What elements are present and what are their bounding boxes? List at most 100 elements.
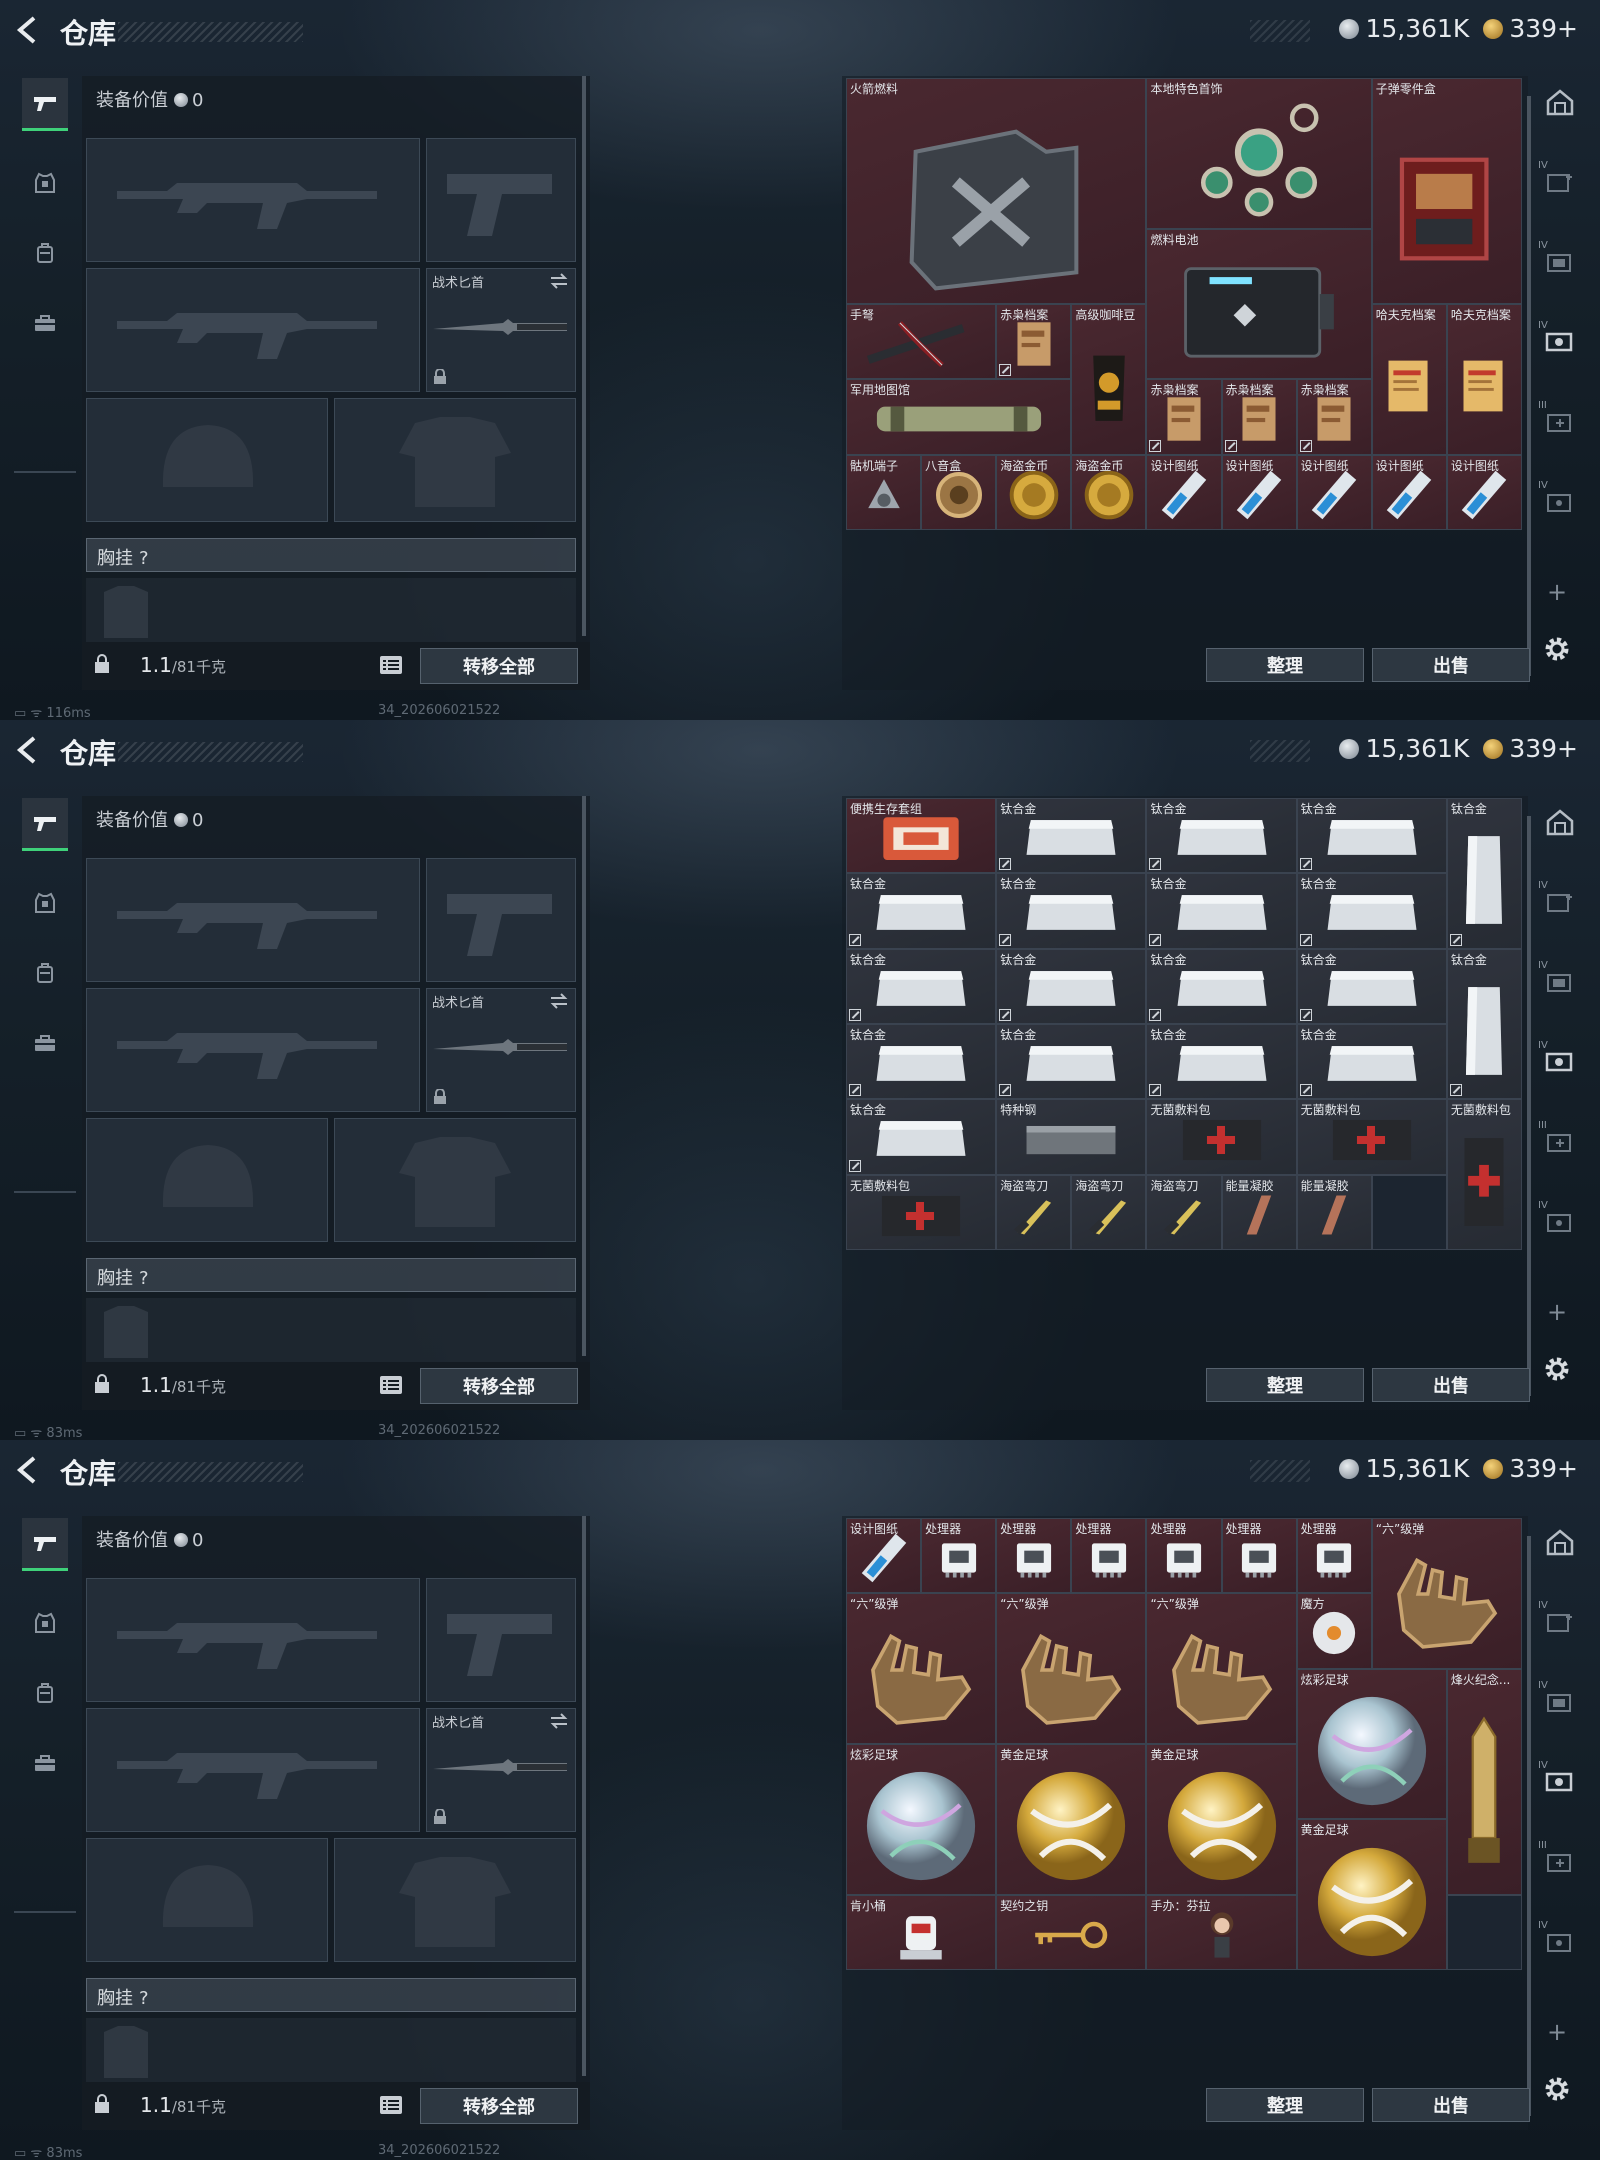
- stash-item[interactable]: 钛合金: [846, 873, 997, 949]
- container-tab-iv-4[interactable]: IV: [1538, 480, 1582, 524]
- stash-item[interactable]: 设计图纸: [1146, 454, 1222, 530]
- tab-backpack[interactable]: [22, 228, 68, 278]
- stash-item[interactable]: 烽火纪念...: [1446, 1668, 1522, 1895]
- tab-case[interactable]: [22, 1738, 68, 1788]
- stash-item[interactable]: 能量凝胶: [1296, 1174, 1372, 1250]
- stash-item[interactable]: 赤枭档案: [996, 304, 1072, 380]
- transfer-all-button[interactable]: 转移全部: [420, 2088, 578, 2124]
- stash-item[interactable]: 钛合金: [846, 1099, 997, 1175]
- stash-item[interactable]: 骷机端子: [846, 454, 922, 530]
- sell-button[interactable]: 出售: [1372, 2088, 1530, 2122]
- back-arrow-icon[interactable]: [14, 1455, 44, 1485]
- stash-item[interactable]: 钛合金: [996, 948, 1147, 1024]
- stash-item[interactable]: 钛合金: [846, 1024, 997, 1100]
- stash-item[interactable]: 钛合金: [996, 873, 1147, 949]
- stash-item[interactable]: 钛合金: [1146, 873, 1297, 949]
- pistol-slot[interactable]: [426, 138, 576, 262]
- stash-item[interactable]: 手弩: [846, 304, 997, 380]
- tab-armor[interactable]: [22, 158, 68, 208]
- list-icon[interactable]: [380, 2096, 402, 2114]
- body-armor-slot[interactable]: [334, 398, 576, 522]
- stash-item[interactable]: 炫彩足球: [846, 1744, 997, 1895]
- settings-gear-icon[interactable]: [1540, 632, 1574, 666]
- stash-item[interactable]: 钛合金: [1146, 1024, 1297, 1100]
- stash-item[interactable]: 哈夫克档案: [1446, 304, 1522, 455]
- stash-item[interactable]: 黄金足球: [996, 1744, 1147, 1895]
- stash-item[interactable]: “六”级弹: [1371, 1518, 1522, 1669]
- pistol-slot[interactable]: [426, 1578, 576, 1702]
- equipment-scrollbar[interactable]: [582, 1516, 586, 2076]
- stash-item[interactable]: 处理器: [1146, 1518, 1222, 1594]
- currency-display[interactable]: 15,361K 339+: [1325, 14, 1578, 43]
- primary-weapon-slot[interactable]: [86, 138, 420, 262]
- container-tab-iv-1[interactable]: IV: [1538, 1600, 1582, 1644]
- stash-item[interactable]: 钛合金: [1296, 1024, 1447, 1100]
- stash-item[interactable]: 契约之钥: [996, 1894, 1147, 1970]
- stash-item[interactable]: 无菌敷料包: [1296, 1099, 1447, 1175]
- melee-slot[interactable]: 战术匕首: [426, 268, 576, 392]
- primary-weapon-slot[interactable]: [86, 858, 420, 982]
- container-tab-iii[interactable]: III: [1538, 1840, 1582, 1884]
- stash-item[interactable]: 设计图纸: [1446, 454, 1522, 530]
- tab-armor[interactable]: [22, 878, 68, 928]
- stash-item[interactable]: 海盗弯刀: [1071, 1174, 1147, 1250]
- stash-item[interactable]: 钛合金: [996, 798, 1147, 874]
- transfer-all-button[interactable]: 转移全部: [420, 1368, 578, 1404]
- stash-item[interactable]: 肯小桶: [846, 1894, 997, 1970]
- tab-weapons[interactable]: [22, 798, 68, 851]
- stash-item[interactable]: 处理器: [921, 1518, 997, 1594]
- stash-item[interactable]: 黄金足球: [1296, 1819, 1447, 1970]
- stash-item[interactable]: “六”级弹: [846, 1593, 997, 1744]
- stash-item[interactable]: 处理器: [1221, 1518, 1297, 1594]
- stash-item[interactable]: 八音盒: [921, 454, 997, 530]
- sort-button[interactable]: 整理: [1206, 648, 1364, 682]
- swap-icon[interactable]: [549, 273, 569, 289]
- add-container-icon[interactable]: +: [1547, 2018, 1567, 2046]
- secondary-weapon-slot[interactable]: [86, 988, 420, 1112]
- stash-item[interactable]: 钛合金: [1296, 948, 1447, 1024]
- stash-item[interactable]: 设计图纸: [1296, 454, 1372, 530]
- stash-item[interactable]: 子弹零件盒: [1371, 78, 1522, 304]
- stash-item[interactable]: 海盗弯刀: [1146, 1174, 1222, 1250]
- stash-item[interactable]: “六”级弹: [1146, 1593, 1297, 1744]
- container-tab-iii[interactable]: III: [1538, 1120, 1582, 1164]
- secondary-weapon-slot[interactable]: [86, 268, 420, 392]
- stash-item[interactable]: 处理器: [1071, 1518, 1147, 1594]
- chest-rig-slot[interactable]: 胸挂?: [86, 538, 576, 572]
- container-tab-warehouse[interactable]: [1538, 1520, 1582, 1564]
- stash-item[interactable]: 处理器: [1296, 1518, 1372, 1594]
- helmet-slot[interactable]: [86, 398, 328, 522]
- stash-item[interactable]: 军用地图馆: [846, 379, 1072, 455]
- currency-display[interactable]: 15,361K 339+: [1325, 1454, 1578, 1483]
- stash-item[interactable]: 赤枭档案: [1296, 379, 1372, 455]
- body-armor-slot[interactable]: [334, 1118, 576, 1242]
- settings-gear-icon[interactable]: [1540, 2072, 1574, 2106]
- container-tab-iv-3[interactable]: IV: [1538, 320, 1582, 364]
- list-icon[interactable]: [380, 656, 402, 674]
- stash-item[interactable]: 赤枭档案: [1221, 379, 1297, 455]
- swap-icon[interactable]: [549, 993, 569, 1009]
- stash-item[interactable]: 黄金足球: [1146, 1744, 1297, 1895]
- tab-case[interactable]: [22, 298, 68, 348]
- container-tab-iv-2[interactable]: IV: [1538, 240, 1582, 284]
- stash-item[interactable]: 赤枭档案: [1146, 379, 1222, 455]
- stash-item[interactable]: 火箭燃料: [846, 78, 1147, 304]
- add-container-icon[interactable]: +: [1547, 578, 1567, 606]
- melee-slot[interactable]: 战术匕首: [426, 1708, 576, 1832]
- stash-item[interactable]: 海盗金币: [996, 454, 1072, 530]
- help-icon[interactable]: ?: [139, 1988, 149, 2009]
- container-tab-iv-4[interactable]: IV: [1538, 1920, 1582, 1964]
- helmet-slot[interactable]: [86, 1838, 328, 1962]
- stash-item[interactable]: 设计图纸: [1371, 454, 1447, 530]
- container-tab-iv-1[interactable]: IV: [1538, 880, 1582, 924]
- stash-item[interactable]: 炫彩足球: [1296, 1668, 1447, 1820]
- back-arrow-icon[interactable]: [14, 15, 44, 45]
- list-icon[interactable]: [380, 1376, 402, 1394]
- help-icon[interactable]: ?: [139, 1268, 149, 1289]
- container-tab-warehouse[interactable]: [1538, 80, 1582, 124]
- container-tab-iv-4[interactable]: IV: [1538, 1200, 1582, 1244]
- pistol-slot[interactable]: [426, 858, 576, 982]
- stash-item[interactable]: “六”级弹: [996, 1593, 1147, 1744]
- stash-item[interactable]: 设计图纸: [1221, 454, 1297, 530]
- container-tab-iii[interactable]: III: [1538, 400, 1582, 444]
